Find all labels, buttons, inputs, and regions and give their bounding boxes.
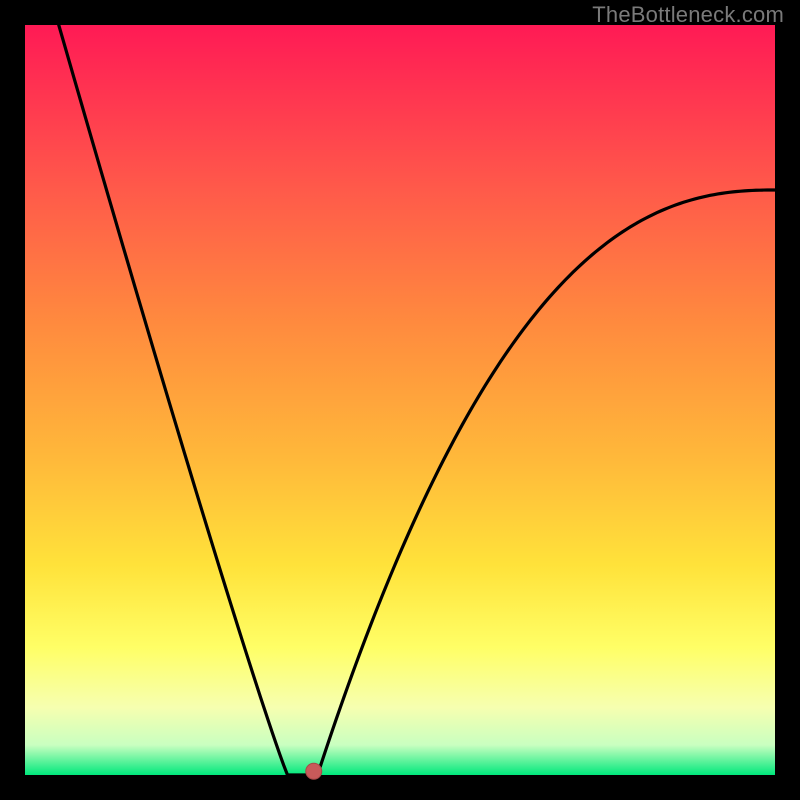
watermark-label: TheBottleneck.com [592,2,784,28]
minimum-marker [306,763,322,779]
plot-background [25,25,775,775]
bottleneck-chart [0,0,800,800]
chart-frame: TheBottleneck.com [0,0,800,800]
